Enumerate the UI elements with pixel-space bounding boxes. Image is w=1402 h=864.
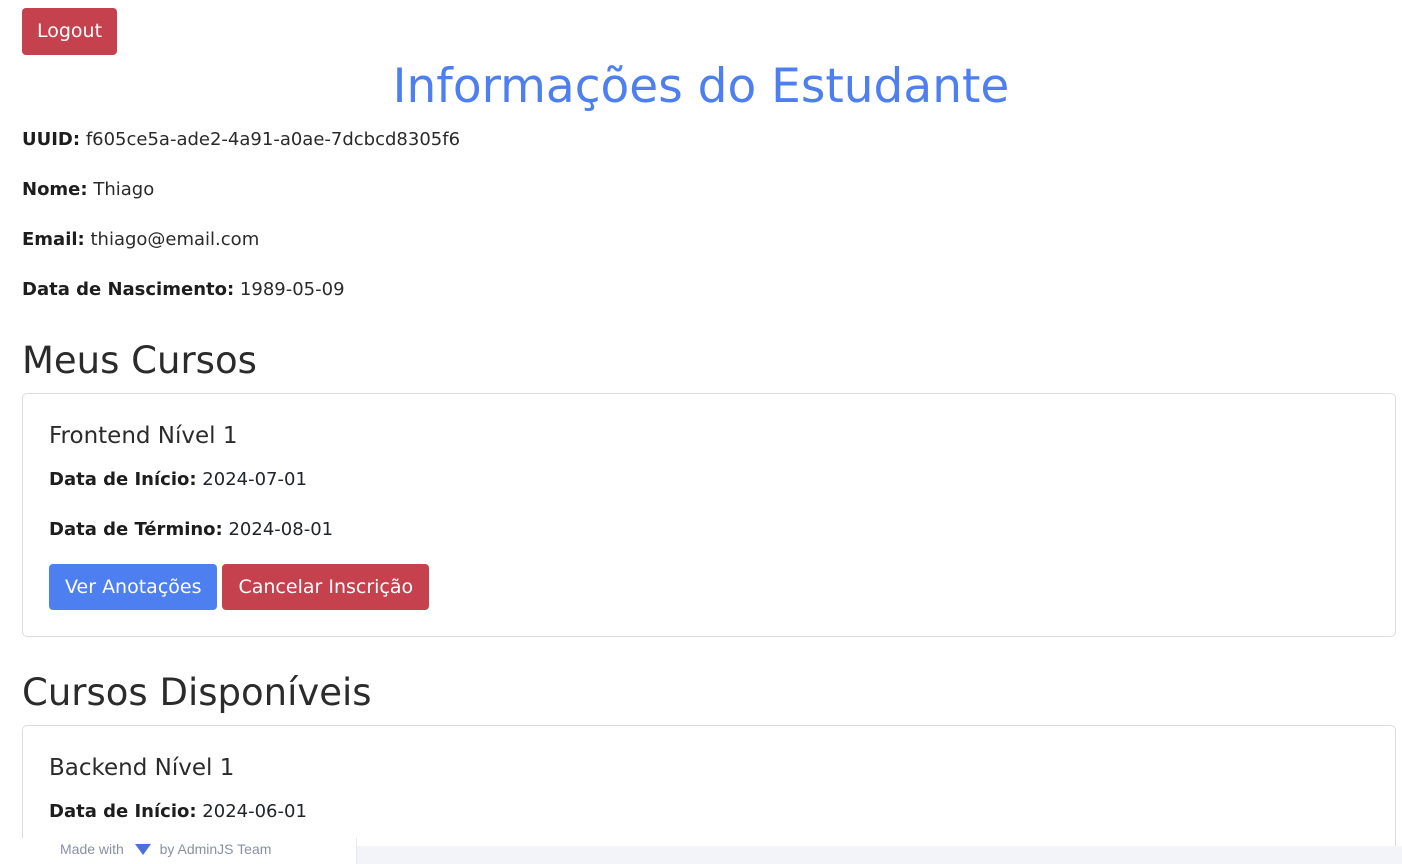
view-notes-button[interactable]: Ver Anotações bbox=[49, 564, 218, 610]
student-birthdate: Data de Nascimento: 1989-05-09 bbox=[22, 278, 345, 302]
start-date-value: 2024-06-01 bbox=[202, 801, 307, 822]
footer-by-team: by AdminJS Team bbox=[159, 841, 272, 857]
student-name: Nome: Thiago bbox=[22, 178, 154, 202]
uuid-value: f605ce5a-ade2-4a91-a0ae-7dcbcd8305f6 bbox=[85, 129, 461, 150]
start-date-label: Data de Início: bbox=[49, 801, 197, 822]
student-uuid: UUID: f605ce5a-ade2-4a91-a0ae-7dcbcd8305… bbox=[22, 128, 460, 152]
course-start-date: Data de Início: 2024-06-01 bbox=[49, 800, 307, 824]
footer-bar bbox=[357, 846, 1402, 864]
name-label: Nome: bbox=[22, 179, 88, 200]
page-title: Informações do Estudante bbox=[392, 59, 1010, 114]
cancel-enrollment-button[interactable]: Cancelar Inscrição bbox=[222, 564, 430, 610]
birthdate-label: Data de Nascimento: bbox=[22, 279, 235, 300]
page: Logout Informações do Estudante UUID: f6… bbox=[0, 0, 1402, 864]
footer-made-with: Made with bbox=[60, 841, 124, 857]
birthdate-value: 1989-05-09 bbox=[239, 279, 345, 300]
course-title: Frontend Nível 1 bbox=[49, 423, 238, 449]
name-value: Thiago bbox=[93, 179, 155, 200]
uuid-label: UUID: bbox=[22, 129, 81, 150]
end-date-value: 2024-08-01 bbox=[228, 519, 334, 540]
available-courses-heading: Cursos Disponíveis bbox=[22, 671, 372, 714]
course-title: Backend Nível 1 bbox=[49, 755, 235, 781]
footer-credit: Made with by AdminJS Team bbox=[0, 838, 357, 864]
student-email: Email: thiago@email.com bbox=[22, 228, 259, 252]
course-start-date: Data de Início: 2024-07-01 bbox=[49, 468, 307, 492]
email-label: Email: bbox=[22, 229, 85, 250]
email-value: thiago@email.com bbox=[90, 229, 260, 250]
course-card-enrolled: Frontend Nível 1 Data de Início: 2024-07… bbox=[22, 393, 1396, 637]
start-date-label: Data de Início: bbox=[49, 469, 197, 490]
course-actions: Ver Anotações Cancelar Inscrição bbox=[49, 564, 430, 610]
my-courses-heading: Meus Cursos bbox=[22, 339, 257, 382]
start-date-value: 2024-07-01 bbox=[202, 469, 307, 490]
end-date-label: Data de Término: bbox=[49, 519, 223, 540]
heart-icon bbox=[134, 840, 152, 855]
logout-button[interactable]: Logout bbox=[22, 8, 117, 55]
course-end-date: Data de Término: 2024-08-01 bbox=[49, 518, 333, 542]
